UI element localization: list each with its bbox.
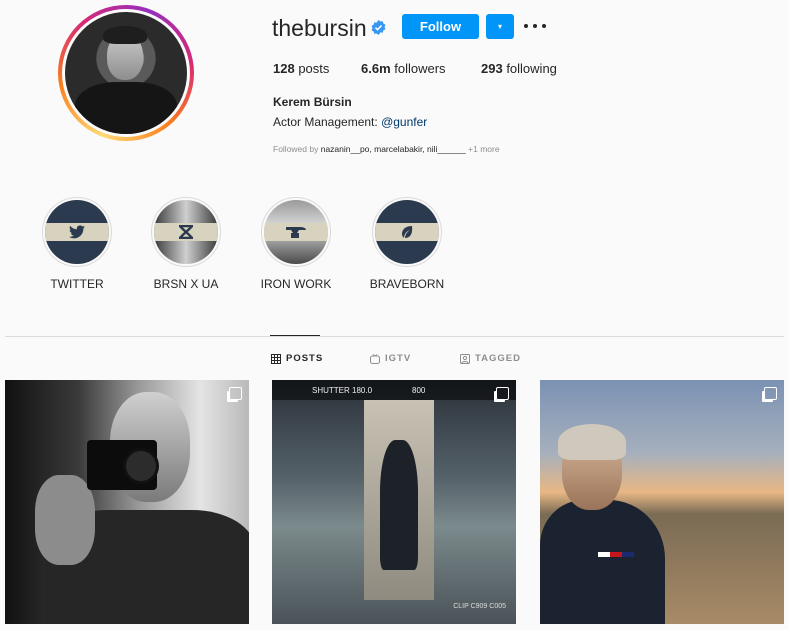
post-thumbnail-2[interactable]: SHUTTER 180.0 800 CLIP C909 C005 bbox=[272, 380, 516, 624]
profile-full-name: Kerem Bürsin bbox=[273, 95, 352, 109]
tagged-user-icon bbox=[460, 353, 470, 364]
igtv-icon bbox=[370, 353, 380, 364]
bio-mention-link[interactable]: @gunfer bbox=[381, 115, 427, 129]
carousel-icon bbox=[496, 387, 509, 400]
camera-overlay-bar: SHUTTER 180.0 800 bbox=[272, 380, 516, 400]
highlight-twitter[interactable]: TWITTER bbox=[22, 197, 132, 291]
suggested-accounts-dropdown-button[interactable]: ▾ bbox=[486, 14, 514, 39]
dot bbox=[524, 24, 528, 28]
highlight-ring bbox=[261, 197, 331, 267]
post-jacket-stripe bbox=[598, 552, 634, 557]
avatar-hair bbox=[103, 26, 147, 44]
followers-link[interactable]: 6.6m followers bbox=[361, 61, 446, 76]
verified-badge-icon bbox=[371, 20, 386, 35]
followed-by-link[interactable]: Followed by nazanin__po, marcelabakir, n… bbox=[273, 144, 500, 154]
followed-by-names: nazanin__po, marcelabakir, nili______ bbox=[320, 144, 466, 154]
highlight-label: TWITTER bbox=[50, 277, 104, 291]
tab-posts-label: POSTS bbox=[286, 353, 324, 364]
highlight-ring bbox=[42, 197, 112, 267]
highlight-label: BRAVEBORN bbox=[369, 277, 445, 291]
highlight-cover bbox=[264, 200, 328, 264]
tab-tagged[interactable]: TAGGED bbox=[460, 353, 521, 364]
following-count-value: 293 bbox=[481, 61, 503, 76]
highlight-label: IRON WORK bbox=[260, 277, 332, 291]
shutter-readout: SHUTTER 180.0 bbox=[312, 385, 373, 395]
highlight-braveborn[interactable]: BRAVEBORN bbox=[352, 197, 462, 291]
profile-avatar-ring[interactable] bbox=[58, 5, 194, 141]
tab-igtv[interactable]: IGTV bbox=[370, 353, 411, 364]
highlight-cover bbox=[45, 200, 109, 264]
dot bbox=[533, 24, 537, 28]
post-thumbnail-3[interactable] bbox=[540, 380, 784, 624]
bio-text: Actor Management: bbox=[273, 115, 382, 129]
under-armour-icon bbox=[178, 225, 193, 239]
leaf-icon bbox=[402, 226, 413, 238]
clip-readout: CLIP C909 C005 bbox=[453, 603, 506, 610]
post-figure bbox=[380, 440, 418, 570]
post-figure-hand bbox=[35, 475, 95, 565]
posts-count-value: 128 bbox=[273, 61, 295, 76]
profile-avatar[interactable] bbox=[65, 12, 187, 134]
posts-count: 128 posts bbox=[273, 61, 329, 76]
highlight-cover bbox=[375, 200, 439, 264]
followers-count-label: followers bbox=[390, 61, 446, 76]
followed-by-prefix: Followed by bbox=[273, 144, 321, 154]
active-tab-indicator bbox=[270, 335, 320, 336]
tab-tagged-label: TAGGED bbox=[475, 353, 521, 364]
anvil-icon bbox=[286, 227, 306, 238]
tab-igtv-label: IGTV bbox=[385, 353, 412, 364]
following-link[interactable]: 293 following bbox=[481, 61, 557, 76]
highlight-ring bbox=[151, 197, 221, 267]
carousel-icon bbox=[229, 387, 242, 400]
dot bbox=[542, 24, 546, 28]
post-thumbnail-1[interactable] bbox=[5, 380, 249, 624]
avatar-border bbox=[62, 9, 190, 137]
posts-count-label: posts bbox=[294, 61, 330, 76]
highlight-label: BRSN X UA bbox=[153, 277, 219, 291]
profile-bio: Actor Management: @gunfer bbox=[273, 115, 427, 129]
carousel-icon bbox=[764, 387, 777, 400]
tab-posts[interactable]: POSTS bbox=[271, 353, 323, 364]
post-jacket bbox=[540, 500, 665, 624]
followers-count-value: 6.6m bbox=[361, 61, 391, 76]
post-camera-lens bbox=[123, 448, 159, 484]
iso-readout: 800 bbox=[412, 385, 426, 395]
highlight-ring bbox=[372, 197, 442, 267]
more-options-icon[interactable] bbox=[524, 16, 546, 36]
highlight-iron-work[interactable]: IRON WORK bbox=[241, 197, 351, 291]
avatar-coat bbox=[75, 82, 177, 134]
twitter-bird-icon bbox=[69, 225, 85, 239]
post-beanie bbox=[558, 424, 626, 460]
follow-button[interactable]: Follow bbox=[402, 14, 479, 39]
highlight-cover bbox=[154, 200, 218, 264]
grid-icon bbox=[271, 353, 281, 364]
following-count-label: following bbox=[502, 61, 557, 76]
tabs-divider bbox=[5, 336, 784, 337]
profile-username: thebursin bbox=[272, 15, 367, 41]
highlight-brsn-x-ua[interactable]: BRSN X UA bbox=[131, 197, 241, 291]
followed-by-more: +1 more bbox=[465, 144, 500, 154]
